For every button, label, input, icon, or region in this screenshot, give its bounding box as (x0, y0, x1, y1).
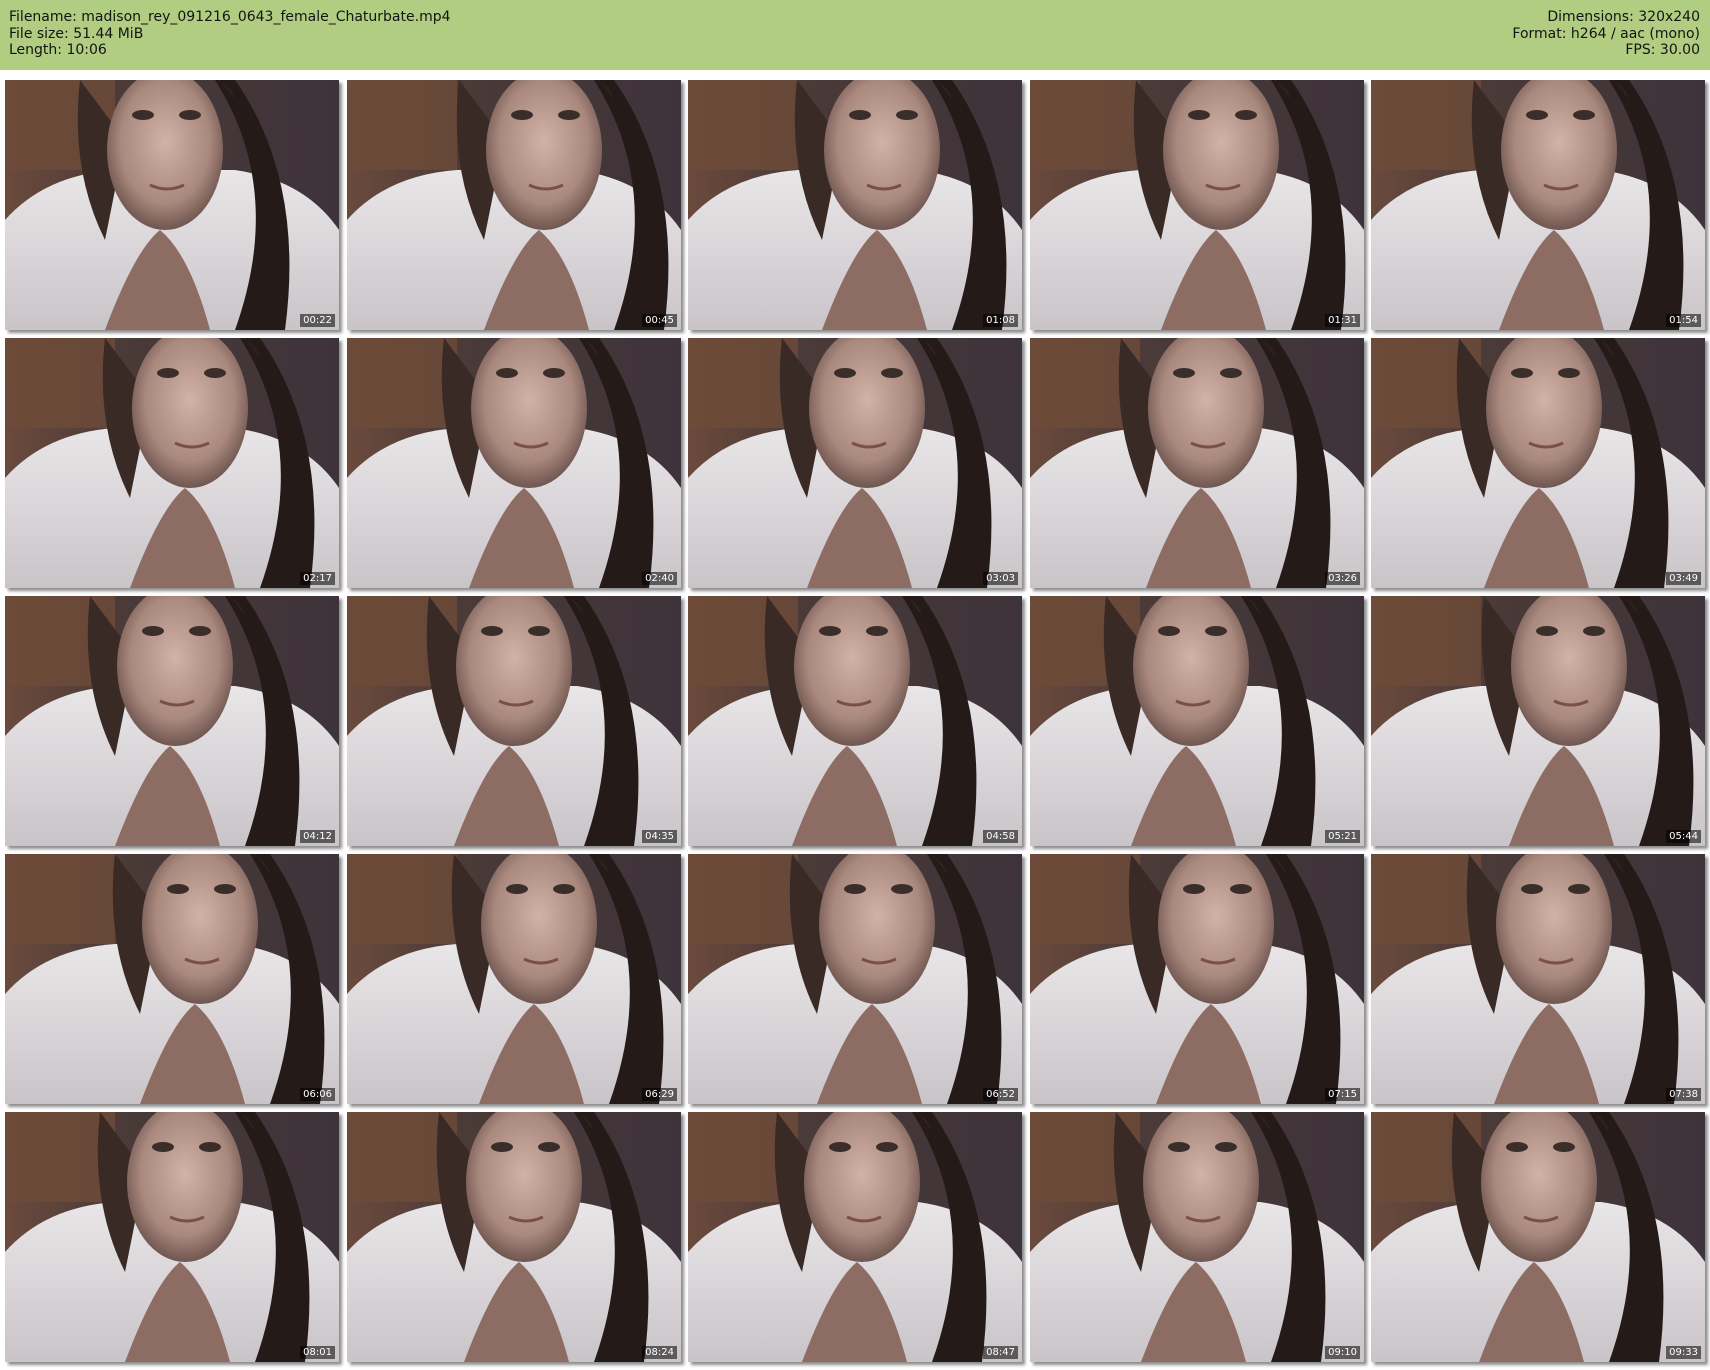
thumbnail-timestamp: 04:12 (300, 830, 335, 843)
video-thumbnail: 09:33 (1371, 1112, 1705, 1362)
video-thumbnail: 08:47 (688, 1112, 1022, 1362)
thumbnail-timestamp: 09:33 (1666, 1346, 1701, 1359)
video-thumbnail: 06:52 (688, 854, 1022, 1104)
thumbnail-timestamp: 02:40 (642, 572, 677, 585)
thumbnail-timestamp: 00:45 (642, 314, 677, 327)
frame-image (688, 854, 1022, 1104)
video-thumbnail: 08:24 (347, 1112, 681, 1362)
thumbnail-timestamp: 06:29 (642, 1088, 677, 1101)
thumbnail-timestamp: 03:03 (983, 572, 1018, 585)
frame-image (347, 596, 681, 846)
video-thumbnail: 06:06 (5, 854, 339, 1104)
video-thumbnail: 00:22 (5, 80, 339, 330)
video-thumbnail: 07:15 (1030, 854, 1364, 1104)
video-thumbnail: 01:08 (688, 80, 1022, 330)
thumbnail-timestamp: 09:10 (1325, 1346, 1360, 1359)
video-thumbnail: 00:45 (347, 80, 681, 330)
thumbnail-timestamp: 08:47 (983, 1346, 1018, 1359)
thumbnail-timestamp: 01:08 (983, 314, 1018, 327)
video-thumbnail: 01:31 (1030, 80, 1364, 330)
frame-image (5, 854, 339, 1104)
video-thumbnail: 09:10 (1030, 1112, 1364, 1362)
video-thumbnail: 03:03 (688, 338, 1022, 588)
video-thumbnail: 07:38 (1371, 854, 1705, 1104)
video-thumbnail: 04:58 (688, 596, 1022, 846)
thumbnail-timestamp: 06:06 (300, 1088, 335, 1101)
frame-image (688, 338, 1022, 588)
thumbnail-timestamp: 03:26 (1325, 572, 1360, 585)
frame-image (688, 80, 1022, 330)
frame-image (5, 80, 339, 330)
video-thumbnail: 02:17 (5, 338, 339, 588)
thumbnail-timestamp: 02:17 (300, 572, 335, 585)
frame-image (1030, 338, 1364, 588)
thumbnail-timestamp: 07:38 (1666, 1088, 1701, 1101)
video-thumbnail: 04:12 (5, 596, 339, 846)
thumbnail-grid: 00:22 00:45 01:08 01:31 01:54 02:17 02:4… (0, 0, 1710, 1370)
frame-image (1030, 596, 1364, 846)
frame-image (5, 596, 339, 846)
thumbnail-timestamp: 04:58 (983, 830, 1018, 843)
video-thumbnail: 06:29 (347, 854, 681, 1104)
thumbnail-timestamp: 00:22 (300, 314, 335, 327)
video-thumbnail: 05:21 (1030, 596, 1364, 846)
video-thumbnail: 04:35 (347, 596, 681, 846)
thumbnail-timestamp: 01:54 (1666, 314, 1701, 327)
frame-image (5, 1112, 339, 1362)
frame-image (1030, 1112, 1364, 1362)
video-thumbnail: 01:54 (1371, 80, 1705, 330)
video-thumbnail: 03:26 (1030, 338, 1364, 588)
frame-image (1371, 854, 1705, 1104)
thumbnail-timestamp: 05:44 (1666, 830, 1701, 843)
frame-image (1371, 80, 1705, 330)
frame-image (347, 1112, 681, 1362)
frame-image (1030, 854, 1364, 1104)
frame-image (688, 596, 1022, 846)
frame-image (1371, 338, 1705, 588)
frame-image (1030, 80, 1364, 330)
frame-image (5, 338, 339, 588)
video-thumbnail: 03:49 (1371, 338, 1705, 588)
video-thumbnail: 05:44 (1371, 596, 1705, 846)
video-thumbnail: 02:40 (347, 338, 681, 588)
thumbnail-timestamp: 05:21 (1325, 830, 1360, 843)
frame-image (688, 1112, 1022, 1362)
frame-image (1371, 1112, 1705, 1362)
video-thumbnail: 08:01 (5, 1112, 339, 1362)
thumbnail-timestamp: 01:31 (1325, 314, 1360, 327)
frame-image (347, 80, 681, 330)
frame-image (347, 338, 681, 588)
thumbnail-timestamp: 08:01 (300, 1346, 335, 1359)
thumbnail-timestamp: 08:24 (642, 1346, 677, 1359)
thumbnail-timestamp: 04:35 (642, 830, 677, 843)
frame-image (1371, 596, 1705, 846)
frame-image (347, 854, 681, 1104)
thumbnail-timestamp: 06:52 (983, 1088, 1018, 1101)
thumbnail-timestamp: 03:49 (1666, 572, 1701, 585)
thumbnail-timestamp: 07:15 (1325, 1088, 1360, 1101)
